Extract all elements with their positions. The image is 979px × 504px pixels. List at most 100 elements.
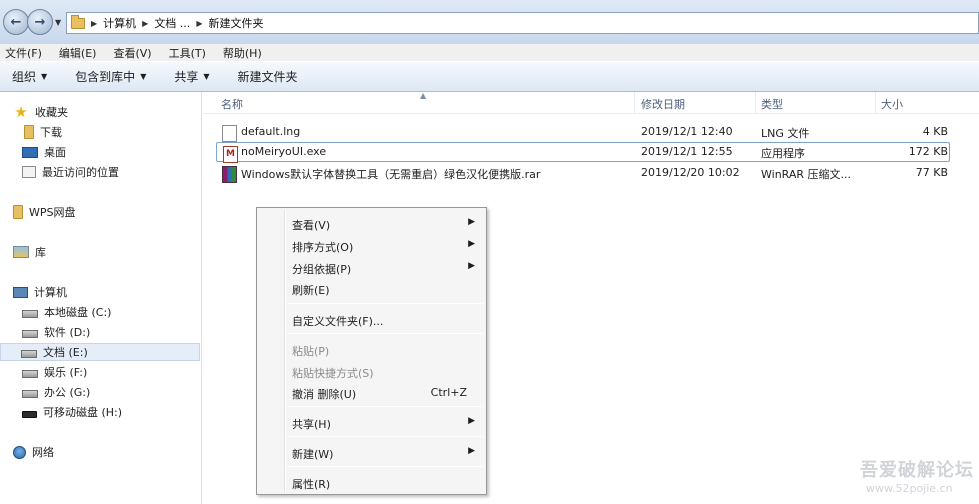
sidebar-item-downloads[interactable]: 下载 [24, 123, 62, 141]
column-header-date[interactable]: 修改日期 [641, 96, 685, 112]
sidebar-item-label: 桌面 [44, 146, 66, 159]
sidebar-item-drive-h[interactable]: 可移动磁盘 (H:) [22, 403, 122, 421]
breadcrumb-documents[interactable]: 文档 ... [154, 15, 190, 31]
file-size: 172 KB [908, 145, 948, 158]
navigation-pane: ★ 收藏夹 下载 桌面 最近访问的位置 WPS网盘 库 计算机 本地磁盘 (C:… [0, 92, 202, 504]
menu-item-view[interactable]: 查看(V) ▶ [259, 213, 484, 233]
watermark: 吾爱破解论坛 www.52pojie.cn [852, 454, 979, 504]
sidebar-item-favorites[interactable]: ★ 收藏夹 [13, 103, 68, 121]
address-bar[interactable]: ▶ 计算机 ▶ 文档 ... ▶ 新建文件夹 [66, 12, 979, 34]
folder-icon [71, 14, 85, 29]
hard-drive-icon [22, 309, 38, 318]
breadcrumb-separator-icon[interactable]: ▶ [196, 19, 202, 28]
sidebar-item-label: 娱乐 (F:) [44, 366, 88, 379]
column-divider[interactable] [875, 92, 876, 114]
menu-item-label: 撤消 删除(U) [292, 388, 357, 401]
sidebar-item-drive-c[interactable]: 本地磁盘 (C:) [22, 303, 111, 321]
chevron-down-icon: ▼ [140, 72, 147, 81]
file-name: noMeiryoUI.exe [241, 145, 327, 158]
menu-item-label: 排序方式(O) [292, 241, 354, 254]
sidebar-item-drive-d[interactable]: 软件 (D:) [22, 323, 90, 341]
menu-file[interactable]: 文件(F) [4, 45, 58, 61]
menu-tools[interactable]: 工具(T) [168, 45, 222, 61]
file-date: 2019/12/1 12:55 [641, 145, 733, 158]
menu-item-label: 粘贴(P) [292, 345, 330, 358]
sidebar-item-libraries[interactable]: 库 [13, 243, 46, 261]
new-folder-button[interactable]: 新建文件夹 [238, 68, 298, 85]
new-folder-label: 新建文件夹 [237, 70, 298, 84]
menu-item-customize-folder[interactable]: 自定义文件夹(F)... [259, 309, 484, 329]
breadcrumb-computer[interactable]: 计算机 [103, 15, 136, 31]
arrow-right-icon: → [34, 14, 46, 30]
file-size: 4 KB [922, 125, 948, 138]
breadcrumb-separator-icon[interactable]: ▶ [91, 19, 97, 28]
submenu-arrow-icon: ▶ [468, 239, 475, 249]
column-headers: ▲ 名称 修改日期 类型 大小 [203, 91, 979, 114]
menu-item-refresh[interactable]: 刷新(E) [259, 278, 484, 298]
sidebar-item-label: 最近访问的位置 [42, 166, 119, 179]
sidebar-item-label: 收藏夹 [35, 106, 68, 119]
menu-item-label: 共享(H) [292, 418, 331, 431]
menu-separator [287, 303, 483, 304]
menu-item-properties[interactable]: 属性(R) [259, 472, 484, 492]
sidebar-item-drive-f[interactable]: 娱乐 (F:) [22, 363, 87, 381]
file-type: LNG 文件 [761, 127, 810, 140]
menu-item-label: 自定义文件夹(F)... [292, 315, 384, 328]
share-label: 共享 [174, 70, 199, 84]
menu-item-share[interactable]: 共享(H) ▶ [259, 412, 484, 432]
submenu-arrow-icon: ▶ [468, 446, 475, 456]
back-button[interactable]: ← [3, 9, 29, 35]
organize-label: 组织 [12, 70, 37, 84]
chevron-down-icon: ▼ [41, 72, 48, 81]
recent-pages-dropdown[interactable]: ▼ [55, 18, 61, 27]
hard-drive-icon [22, 389, 38, 398]
address-bar-area: ← → ▼ ▶ 计算机 ▶ 文档 ... ▶ 新建文件夹 [0, 0, 979, 44]
menu-item-label: 属性(R) [292, 478, 331, 491]
menu-item-label: 粘贴快捷方式(S) [292, 367, 374, 380]
breadcrumb-separator-icon[interactable]: ▶ [142, 19, 148, 28]
file-date: 2019/12/1 12:40 [641, 125, 733, 138]
menu-item-paste-shortcut[interactable]: 粘贴快捷方式(S) [259, 361, 484, 381]
column-divider[interactable] [634, 92, 635, 114]
exe-icon: M [223, 146, 238, 163]
menu-item-shortcut: Ctrl+Z [430, 386, 467, 399]
sidebar-item-label: 办公 (G:) [44, 386, 91, 399]
column-header-type[interactable]: 类型 [761, 96, 783, 112]
include-in-library-button[interactable]: 包含到库中 ▼ [75, 68, 146, 85]
menu-item-undo-delete[interactable]: 撤消 删除(U) Ctrl+Z [259, 382, 484, 402]
file-name: default.lng [241, 125, 301, 138]
file-type: 应用程序 [761, 147, 805, 160]
menu-item-new[interactable]: 新建(W) ▶ [259, 442, 484, 462]
menu-separator [287, 406, 483, 407]
sidebar-item-network[interactable]: 网络 [13, 443, 54, 461]
column-header-size[interactable]: 大小 [881, 96, 903, 112]
menu-item-paste[interactable]: 粘贴(P) [259, 339, 484, 359]
file-row[interactable]: Windows默认字体替换工具（无需重启）绿色汉化便携版.rar 2019/12… [216, 163, 950, 183]
breadcrumb-new-folder[interactable]: 新建文件夹 [208, 15, 263, 31]
menu-edit[interactable]: 编辑(E) [58, 45, 113, 61]
menu-view[interactable]: 查看(V) [112, 45, 167, 61]
document-icon [222, 125, 237, 142]
folder-icon [13, 205, 23, 219]
menu-item-label: 分组依据(P) [292, 263, 352, 276]
file-row[interactable]: M noMeiryoUI.exe 2019/12/1 12:55 应用程序 17… [216, 142, 950, 163]
menu-item-group-by[interactable]: 分组依据(P) ▶ [259, 257, 484, 277]
sidebar-item-computer[interactable]: 计算机 [13, 283, 67, 301]
column-header-name[interactable]: 名称 [221, 96, 243, 112]
column-divider[interactable] [755, 92, 756, 114]
share-button[interactable]: 共享 ▼ [174, 68, 209, 85]
recent-places-icon [22, 166, 36, 178]
file-row[interactable]: default.lng 2019/12/1 12:40 LNG 文件 4 KB [216, 122, 950, 142]
sidebar-item-drive-g[interactable]: 办公 (G:) [22, 383, 90, 401]
sidebar-item-drive-e[interactable]: 文档 (E:) [0, 343, 200, 361]
file-name: Windows默认字体替换工具（无需重启）绿色汉化便携版.rar [241, 168, 541, 181]
menu-item-sort-by[interactable]: 排序方式(O) ▶ [259, 235, 484, 255]
organize-button[interactable]: 组织 ▼ [12, 68, 47, 85]
sidebar-item-wps-drive[interactable]: WPS网盘 [13, 203, 76, 221]
submenu-arrow-icon: ▶ [468, 416, 475, 426]
forward-button[interactable]: → [27, 9, 53, 35]
library-icon [13, 246, 29, 258]
sidebar-item-desktop[interactable]: 桌面 [22, 143, 66, 161]
sidebar-item-recent-places[interactable]: 最近访问的位置 [22, 163, 119, 181]
menu-help[interactable]: 帮助(H) [222, 45, 278, 61]
